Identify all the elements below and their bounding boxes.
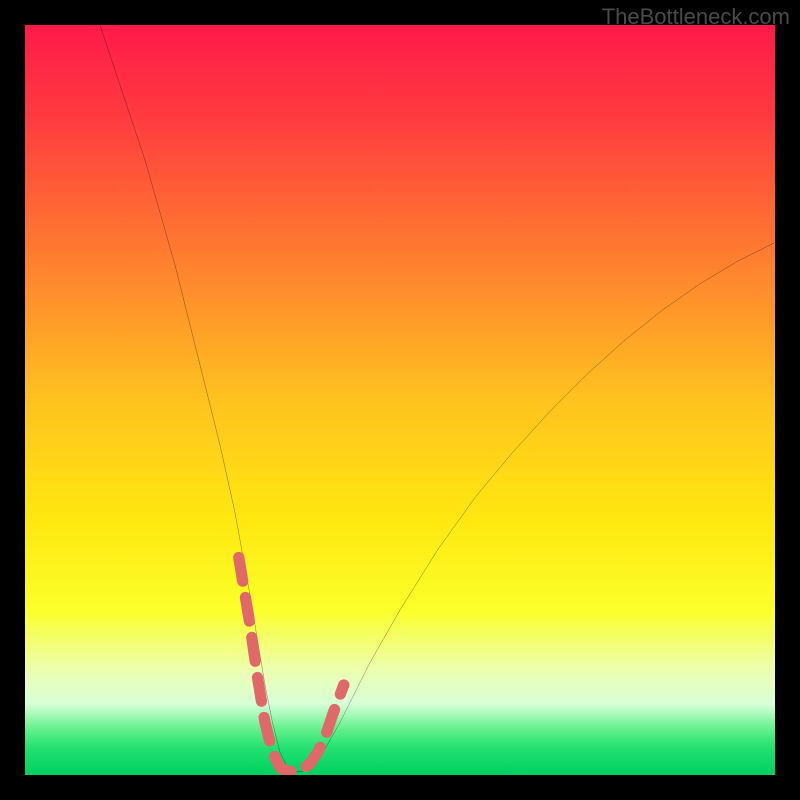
chart-background-gradient	[25, 25, 775, 775]
chart-frame	[25, 25, 775, 775]
